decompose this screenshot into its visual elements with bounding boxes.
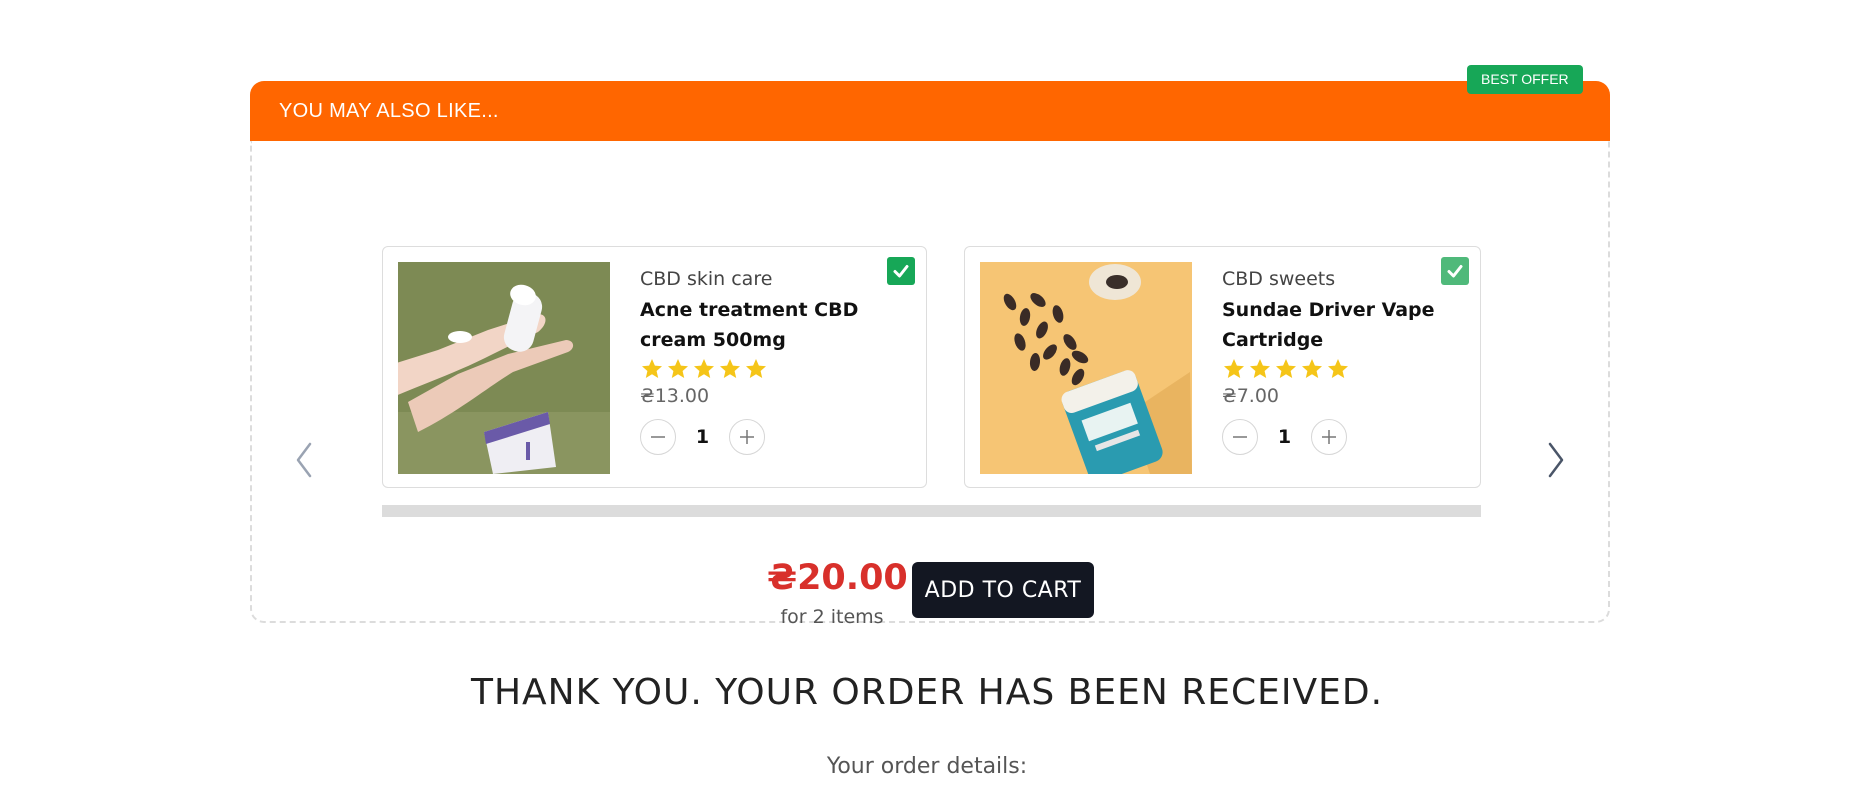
chevron-right-icon [1548,442,1564,478]
product-info: CBD skin care Acne treatment CBD cream 5… [640,267,910,455]
star-icon [1328,359,1348,378]
minus-icon [1233,436,1247,438]
product-info: CBD sweets Sundae Driver Vape Cartridge … [1222,267,1492,455]
product-card: CBD skin care Acne treatment CBD cream 5… [382,246,927,488]
product-card: CBD sweets Sundae Driver Vape Cartridge … [964,246,1481,488]
minus-icon [651,436,665,438]
product-name[interactable]: Acne treatment CBD cream 500mg [640,295,910,355]
total-price: ₴20.00 [767,558,908,598]
star-icon [746,359,766,378]
star-icon [694,359,714,378]
star-icon [1276,359,1296,378]
add-to-cart-button[interactable]: ADD TO CART [912,562,1094,618]
product-image[interactable] [398,262,610,474]
rating-stars [1222,357,1492,381]
quantity-stepper: 1 [640,419,910,455]
plus-icon [1322,430,1336,444]
star-icon [1250,359,1270,378]
product-name[interactable]: Sundae Driver Vape Cartridge [1222,295,1492,355]
bundle-total: ₴20.00 for 2 items [767,556,908,632]
hand-cream-photo [398,262,610,474]
carousel-scrollbar[interactable] [382,505,1481,517]
best-offer-badge: BEST OFFER [1467,65,1583,94]
plus-icon [740,430,754,444]
widget-body: CBD skin care Acne treatment CBD cream 5… [250,141,1610,628]
carousel-next-button[interactable] [1541,435,1571,485]
quantity-value[interactable]: 1 [676,426,729,448]
product-category: CBD skin care [640,268,773,290]
quantity-increase-button[interactable] [1311,419,1347,455]
product-image[interactable] [980,262,1192,474]
star-icon [720,359,740,378]
total-items-note: for 2 items [780,606,884,628]
quantity-decrease-button[interactable] [1222,419,1258,455]
quantity-increase-button[interactable] [729,419,765,455]
quantity-decrease-button[interactable] [640,419,676,455]
upsell-widget: YOU MAY ALSO LIKE... BEST OFFER CBD skin… [250,65,1610,628]
star-icon [1302,359,1322,378]
chevron-left-icon [296,442,312,478]
star-icon [642,359,662,378]
star-icon [668,359,688,378]
widget-header: YOU MAY ALSO LIKE... [250,81,1610,141]
product-price: ₴7.00 [1222,385,1280,407]
carousel-prev-button[interactable] [289,435,319,485]
widget-title: YOU MAY ALSO LIKE... [279,100,499,122]
product-category: CBD sweets [1222,268,1336,290]
capsules-bottle-photo [980,262,1192,474]
product-price: ₴13.00 [640,385,710,407]
quantity-stepper: 1 [1222,419,1492,455]
rating-stars [640,357,910,381]
order-details-label: Your order details: [826,754,1028,779]
quantity-value[interactable]: 1 [1258,426,1311,448]
thank-you-heading: THANK YOU. YOUR ORDER HAS BEEN RECEIVED. [470,672,1384,713]
star-icon [1224,359,1244,378]
